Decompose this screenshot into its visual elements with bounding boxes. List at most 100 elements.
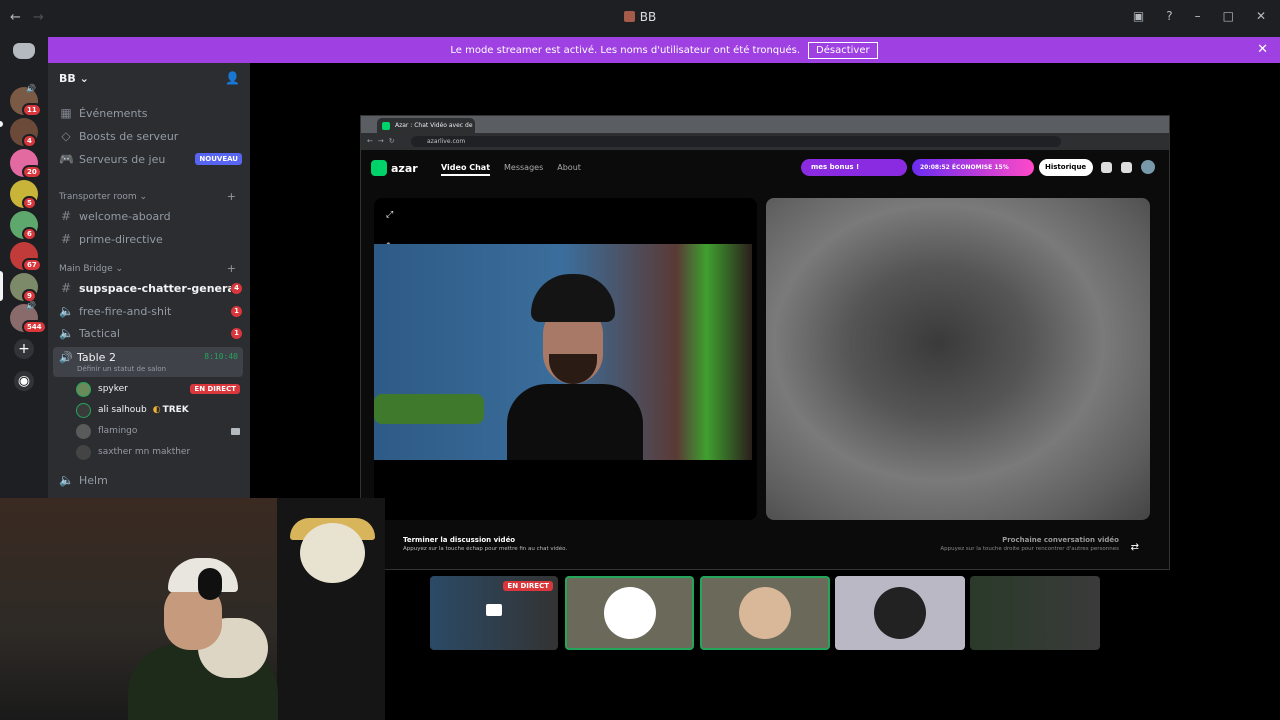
voice-user-spyker[interactable]: spyker EN DIRECT (76, 380, 240, 398)
banner-text: Le mode streamer est activé. Les noms d'… (450, 44, 801, 56)
avatar (76, 381, 91, 397)
unread-badge: 1 (231, 305, 242, 317)
channel-welcome-aboard[interactable]: # welcome-aboard (56, 205, 242, 227)
voice-user-saxther[interactable]: saxther mn makther (76, 443, 240, 461)
next-chat-title[interactable]: Prochaine conversation vidéo (1002, 536, 1119, 544)
history-button[interactable]: Historique (1039, 159, 1093, 176)
shared-browser-window: Azar : Chat Vidéo avec de ←→↻ azarlive.c… (360, 115, 1170, 570)
expand-icon[interactable]: ⤢ (386, 210, 393, 220)
browser-tabstrip: Azar : Chat Vidéo avec de (361, 116, 1169, 133)
address-bar[interactable]: azarlive.com (411, 136, 1061, 147)
nav-video-chat[interactable]: Video Chat (441, 163, 491, 176)
server-icon (623, 11, 635, 22)
tile-stream-spyker[interactable]: EN DIRECT (430, 576, 558, 650)
speaker-icon: 🔊 (26, 301, 36, 310)
server-icon-8[interactable]: 🔊 544 (10, 301, 47, 334)
server-icon-4[interactable]: 5 (10, 180, 38, 210)
shop-icon[interactable] (1101, 162, 1112, 173)
azar-header: azar Video Chat Messages About mes bonus… (361, 152, 1169, 182)
tile-user-angel[interactable] (700, 576, 830, 650)
category-transporter[interactable]: Transporter room ⌄ + (59, 190, 239, 203)
server-icon-5[interactable]: 6 (10, 211, 38, 241)
close-window-icon[interactable]: ✕ (1256, 9, 1266, 23)
boosts-item[interactable]: ◇ Boosts de serveur (56, 125, 242, 147)
tile-user-webcam[interactable] (970, 576, 1100, 650)
inbox-icon[interactable]: ▣ (1133, 9, 1144, 23)
add-server-icon[interactable]: + (14, 339, 34, 359)
next-arrow-icon[interactable]: ⇄ (1131, 542, 1139, 553)
streamer-mode-banner: Le mode streamer est activé. Les noms d'… (48, 37, 1280, 63)
maximize-icon[interactable]: □ (1223, 9, 1234, 23)
trek-tag-icon: ◐ (152, 405, 161, 415)
server-name-header[interactable]: BB ⌄ (59, 72, 89, 85)
local-camera-feed (374, 244, 752, 460)
bell-icon[interactable] (1121, 162, 1132, 173)
screen-share-icon (486, 604, 502, 616)
remote-video-blurred (766, 198, 1150, 520)
tile-user-frog[interactable] (565, 576, 694, 650)
server-icon-3[interactable]: 20 (10, 149, 42, 179)
azar-favicon (382, 122, 390, 130)
nav-about[interactable]: About (557, 163, 581, 176)
server-icon-6[interactable]: 67 (10, 242, 42, 272)
avatar (76, 423, 91, 439)
live-badge: EN DIRECT (503, 581, 553, 591)
next-chat-hint: Appuyez sur la touche droite pour rencon… (940, 546, 1119, 552)
voice-user-flamingo[interactable]: flamingo (76, 422, 240, 440)
azar-logo[interactable]: azar (371, 160, 418, 176)
channel-helm[interactable]: 🔈 Helm (56, 469, 242, 491)
events-item[interactable]: ▦ Événements (56, 102, 242, 124)
voice-user-ali-salhoub[interactable]: ali salhoub ◐ TREK (76, 401, 240, 419)
unread-badge: 4 (231, 282, 242, 294)
speaker-icon: 🔊 (59, 351, 73, 364)
streamer-webcam-overlay (0, 498, 385, 720)
channel-supspace-chatter-general[interactable]: # supspace-chatter-general 4 (56, 277, 242, 299)
avatar (76, 402, 91, 418)
voice-channel-table-2[interactable]: 🔊 Table 2 Définir un statut de salon 8:1… (53, 347, 243, 377)
close-banner-icon[interactable]: ✕ (1257, 42, 1268, 57)
speaker-icon: 🔊 (26, 84, 36, 93)
server-icon-7[interactable]: 9 (10, 273, 38, 303)
calendar-icon: ▦ (60, 106, 72, 120)
category-main-bridge[interactable]: Main Bridge ⌄ + (59, 262, 239, 275)
end-chat-title[interactable]: Terminer la discussion vidéo (403, 536, 515, 544)
explore-icon[interactable]: ◉ (14, 371, 34, 391)
channel-tactical[interactable]: 🔈 Tactical 1 (56, 322, 242, 344)
camera-icon (231, 427, 240, 435)
invite-icon[interactable]: 👤 (225, 71, 240, 85)
channel-sidebar: BB ⌄ 👤 ▦ Événements ◇ Boosts de serveur 🎮 S… (48, 63, 250, 498)
title-bar: ← → BB ▣ ? – □ ✕ (0, 0, 1280, 37)
speaker-icon: 🔈 (59, 304, 74, 318)
discount-timer-button[interactable]: 20:08:52 ÉCONOMISE 15% (912, 159, 1034, 176)
speaker-icon: 🔈 (59, 326, 74, 340)
boost-icon: ◇ (61, 129, 71, 143)
window-title: BB (639, 10, 657, 24)
set-status-link[interactable]: Définir un statut de salon (77, 365, 166, 373)
gamepad-icon: 🎮 (59, 152, 74, 166)
discord-home-icon[interactable] (13, 43, 35, 59)
browser-tab[interactable]: Azar : Chat Vidéo avec de (377, 118, 475, 133)
help-icon[interactable]: ? (1166, 9, 1172, 23)
live-badge: EN DIRECT (190, 384, 240, 394)
channel-free-fire-and-shit[interactable]: 🔈 free-fire-and-shit 1 (56, 300, 242, 322)
add-channel-icon[interactable]: + (227, 190, 236, 203)
browser-nav-icons[interactable]: ←→↻ (367, 137, 400, 145)
tile-user-photo[interactable] (835, 576, 965, 650)
avatar (76, 444, 91, 460)
add-channel-icon[interactable]: + (227, 262, 236, 275)
new-badge: NOUVEAU (195, 153, 242, 165)
unread-badge: 1 (231, 327, 242, 339)
bonus-button[interactable]: mes bonus ! (801, 159, 907, 176)
browser-toolbar: ←→↻ azarlive.com (361, 133, 1169, 150)
end-chat-hint: Appuyez sur la touche échap pour mettre … (403, 546, 568, 552)
local-video-panel: ⤢ ✎ ▢ (374, 198, 757, 520)
disable-streamer-button[interactable]: Désactiver (808, 41, 878, 59)
server-icon-1[interactable]: 🔊 11 (10, 84, 42, 117)
server-icon-2[interactable]: 4 (10, 118, 38, 148)
channel-prime-directive[interactable]: # prime-directive (56, 228, 242, 250)
hash-icon: # (60, 209, 72, 223)
profile-avatar[interactable] (1141, 160, 1155, 174)
minimize-icon[interactable]: – (1195, 9, 1201, 23)
game-servers-item[interactable]: 🎮 Serveurs de jeu NOUVEAU (56, 148, 242, 170)
nav-messages[interactable]: Messages (504, 163, 543, 176)
